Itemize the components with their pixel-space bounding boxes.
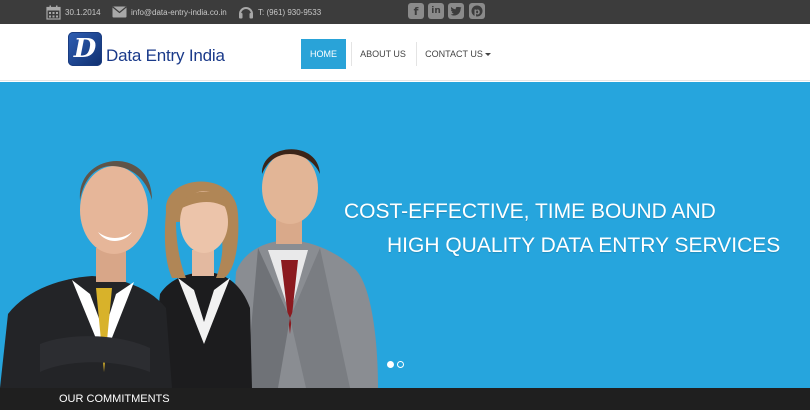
nav-about-us[interactable]: ABOUT US — [356, 39, 410, 69]
caret-down-icon — [484, 52, 491, 56]
nav-divider — [351, 42, 352, 66]
pinterest-icon[interactable]: p — [469, 3, 485, 19]
facebook-icon[interactable]: f — [408, 3, 424, 19]
commitments-section: OUR COMMITMENTS — [0, 388, 810, 410]
slider-dot-2[interactable] — [397, 361, 404, 368]
phone-text: T: (961) 930-9533 — [258, 7, 322, 17]
site-header: D Data Entry India HOME ABOUT US CONTACT… — [0, 24, 810, 81]
svg-text:p: p — [474, 8, 481, 18]
commitments-title: OUR COMMITMENTS — [59, 393, 170, 405]
top-bar: 30.1.2014 info@data-entry-india.co.in T:… — [0, 0, 810, 24]
calendar-icon — [46, 5, 61, 20]
nav-home[interactable]: HOME — [301, 39, 346, 69]
twitter-icon[interactable] — [448, 3, 464, 19]
hero-heading-line-1: COST-EFFECTIVE, TIME BOUND AND — [344, 200, 716, 223]
site-name[interactable]: Data Entry India — [106, 46, 225, 66]
email-link[interactable]: info@data-entry-india.co.in — [131, 8, 227, 17]
envelope-icon — [112, 6, 127, 18]
business-team-image — [0, 149, 378, 388]
phone-item: T: (961) 930-9533 — [238, 0, 321, 24]
email-item[interactable]: info@data-entry-india.co.in — [112, 0, 227, 24]
date-item: 30.1.2014 — [46, 0, 101, 24]
hero-heading-line-2: HIGH QUALITY DATA ENTRY SERVICES — [387, 234, 781, 257]
date-text: 30.1.2014 — [65, 7, 101, 17]
logo-letter: D — [73, 34, 97, 64]
linkedin-icon[interactable]: in — [428, 3, 444, 19]
slider-dot-1[interactable] — [387, 361, 394, 368]
logo-mark[interactable]: D — [68, 32, 102, 66]
person-right-head — [262, 152, 318, 224]
nav-divider — [416, 42, 417, 66]
nav-contact-label: CONTACT US — [425, 49, 483, 59]
hero-slider: COST-EFFECTIVE, TIME BOUND AND HIGH QUAL… — [0, 82, 810, 388]
nav-contact-us[interactable]: CONTACT US — [423, 39, 493, 69]
headset-icon — [239, 6, 253, 18]
